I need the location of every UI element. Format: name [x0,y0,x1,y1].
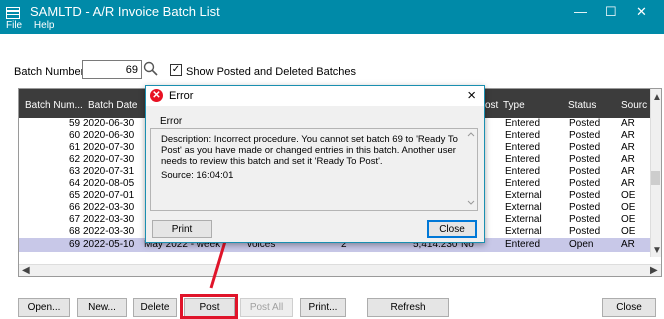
new-button[interactable]: New... [77,298,127,317]
col-batch-date[interactable]: Batch Date [88,100,137,111]
finder-icon[interactable] [143,61,159,78]
delete-button[interactable]: Delete [133,298,177,317]
scroll-right-icon[interactable]: ▶ [650,265,658,276]
window-title: SAMLTD - A/R Invoice Batch List [30,4,220,19]
minimize-icon[interactable]: — [574,4,587,19]
error-source: Source: 16:04:01 [161,170,234,181]
app-icon [6,7,20,19]
horizontal-scrollbar[interactable]: ◀ ▶ [19,264,661,276]
menu-bar: File Help [6,20,63,31]
col-batch-num[interactable]: Batch Num... [25,100,83,111]
error-icon: ✕ [150,89,163,102]
vertical-scrollbar[interactable]: ▲ ▼ [650,89,661,257]
close-icon[interactable]: ✕ [636,4,647,20]
refresh-button[interactable]: Refresh [367,298,449,317]
vertical-scroll-thumb[interactable] [651,171,660,185]
menu-file[interactable]: File [6,20,22,31]
print-button[interactable]: Print... [300,298,346,317]
scroll-left-icon[interactable]: ◀ [22,265,30,276]
close-button[interactable]: Close [602,298,656,317]
show-posted-label: Show Posted and Deleted Batches [186,66,357,78]
dialog-print-button[interactable]: Print [152,220,212,238]
col-type[interactable]: Type [503,100,525,111]
error-message-box: Description: Incorrect procedure. You ca… [150,128,478,211]
show-posted-checkbox[interactable]: ✓ [170,64,182,76]
message-scrollbar[interactable] [465,129,477,210]
error-description: Description: Incorrect procedure. You ca… [161,134,458,167]
menu-help[interactable]: Help [34,20,55,31]
open-button[interactable]: Open... [18,298,70,317]
error-section-label: Error [160,116,183,127]
col-ready-to-post[interactable]: ost [485,100,498,111]
batch-number-input[interactable] [82,60,142,79]
col-source[interactable]: Sourc [621,100,647,111]
title-bar: SAMLTD - A/R Invoice Batch List File Hel… [0,0,664,34]
post-all-button[interactable]: Post All [240,298,293,317]
batch-number-label: Batch Number [14,66,85,78]
scroll-down-icon[interactable]: ▼ [652,245,661,256]
col-status[interactable]: Status [568,100,596,111]
error-dialog: ✕ Error × Error Description: Incorrect p… [145,85,485,243]
dialog-close-button[interactable]: Close [427,220,477,238]
post-button-highlight [180,294,238,319]
dialog-title-bar: ✕ Error × [146,86,484,106]
dialog-close-icon[interactable]: × [467,87,476,104]
maximize-icon[interactable]: ☐ [605,4,617,20]
dialog-title: Error [169,90,194,102]
scroll-up-icon[interactable]: ▲ [652,92,661,103]
